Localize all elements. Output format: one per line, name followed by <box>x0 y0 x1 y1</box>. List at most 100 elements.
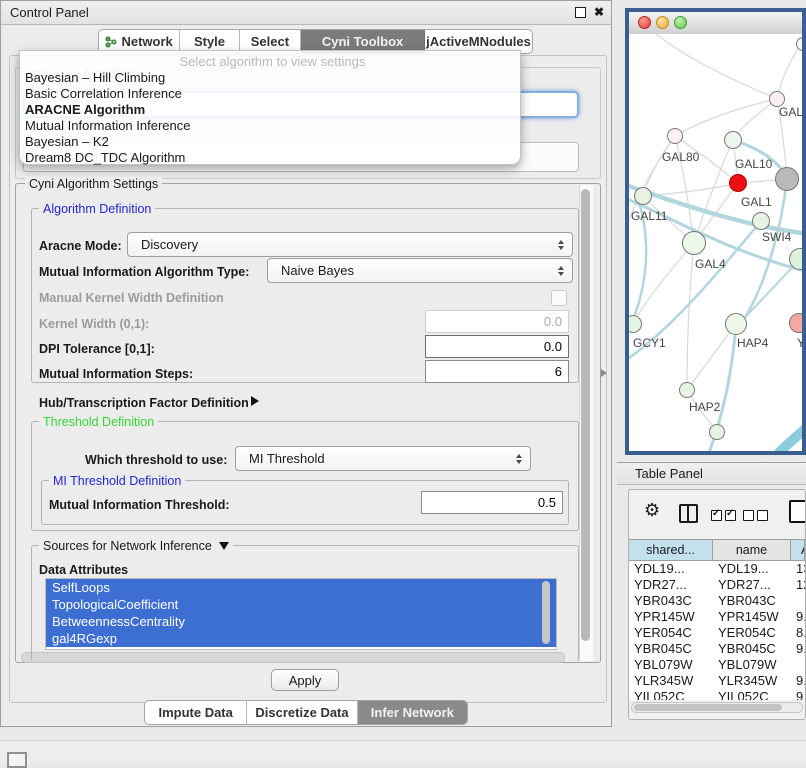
dropdown-item[interactable]: Basic Correlation Inference <box>20 86 520 102</box>
cell: 8. <box>791 625 805 641</box>
close-icon[interactable]: ✖ <box>594 1 604 24</box>
cell: YER054C <box>629 625 713 641</box>
table-row[interactable]: YER054C YER054C 8. <box>629 625 805 641</box>
table-row[interactable]: YLR345W YLR345W 9. <box>629 673 805 689</box>
column-header-label: shared... <box>646 543 695 557</box>
dropdown-item[interactable]: Mutual Information Inference <box>20 118 520 134</box>
sources-collapse-icon[interactable] <box>219 542 229 550</box>
attribute-item[interactable]: SelfLoops <box>46 579 556 596</box>
cell: YIL052C <box>713 689 791 700</box>
gear-icon[interactable]: ⚙ <box>644 500 660 521</box>
attribute-item[interactable]: BetweennessCentrality <box>46 613 556 630</box>
node-gal10[interactable] <box>724 131 742 149</box>
columns-icon[interactable] <box>679 504 698 523</box>
float-window-icon[interactable] <box>575 7 586 18</box>
mi-type-label: Mutual Information Algorithm Type: <box>39 265 249 279</box>
checked-boxes-icon[interactable] <box>711 507 739 525</box>
table-row[interactable]: YDR27... YDR27... 12 <box>629 577 805 593</box>
mi-type-combo[interactable]: Naive Bayes <box>267 258 573 283</box>
settings-vscrollbar-thumb[interactable] <box>581 189 590 641</box>
table-row[interactable]: YDL19... YDL19... 13 <box>629 561 805 577</box>
node-gal80[interactable] <box>667 128 683 144</box>
table-hscrollbar-thumb[interactable] <box>634 704 782 711</box>
traffic-light-zoom-icon[interactable] <box>674 16 687 29</box>
mi-steps-input[interactable] <box>425 360 569 383</box>
cell: YBR043C <box>629 593 713 609</box>
network-view-window: GAL GAL80 GAL10 GAL1 GAL11 SWI4 GAL4 GCY… <box>625 8 806 455</box>
node-label-gal80: GAL80 <box>662 150 699 164</box>
node-hap4[interactable] <box>725 313 747 335</box>
cell: 9. <box>791 689 805 700</box>
mi-threshold-input[interactable] <box>421 491 563 514</box>
dropdown-item-selected[interactable]: ARACNE Algorithm <box>20 102 520 118</box>
node-gal1[interactable] <box>729 174 747 192</box>
traffic-light-close-icon[interactable] <box>638 16 651 29</box>
dpi-tolerance-input[interactable] <box>425 335 569 358</box>
cell: YDL19... <box>629 561 713 577</box>
node-label-gal4: GAL4 <box>695 257 726 271</box>
attributes-vscrollbar-thumb[interactable] <box>542 581 550 644</box>
combo-spinner-icon <box>516 454 522 464</box>
column-header-name[interactable]: name <box>713 539 791 561</box>
dropdown-item[interactable]: Dream8 DC_TDC Algorithm <box>20 150 520 166</box>
table-row[interactable]: YBL079W YBL079W <box>629 657 805 673</box>
node-label-gcy1: GCY1 <box>633 336 666 350</box>
aracne-mode-combo[interactable]: Discovery <box>127 232 573 257</box>
cell: YPR145W <box>713 609 791 625</box>
attribute-item[interactable]: TopologicalCoefficient <box>46 596 556 613</box>
table-row[interactable]: YBR043C YBR043C <box>629 593 805 609</box>
table-panel-titlebar: Table Panel <box>617 462 806 485</box>
control-panel-titlebar: Control Panel ✖ <box>1 1 611 25</box>
panel-splitter-handle[interactable] <box>601 369 607 377</box>
node-label-gal10: GAL10 <box>735 157 772 171</box>
document-icon[interactable] <box>789 500 806 523</box>
hub-section-label: Hub/Transcription Factor Definition <box>39 396 249 410</box>
cell <box>791 657 805 673</box>
traffic-light-minimize-icon[interactable] <box>656 16 669 29</box>
manual-kernel-label: Manual Kernel Width Definition <box>39 291 224 305</box>
manual-kernel-checkbox[interactable] <box>551 290 567 306</box>
dropdown-placeholder: Select algorithm to view settings <box>20 54 520 70</box>
aracne-mode-label: Aracne Mode: <box>39 239 122 253</box>
node-label-gal11: GAL11 <box>631 209 667 223</box>
node-hap2[interactable] <box>679 382 695 398</box>
unchecked-boxes-icon[interactable] <box>743 507 771 525</box>
node-gal11[interactable] <box>634 187 652 205</box>
sources-group-title: Sources for Network Inference <box>39 539 233 553</box>
column-header-partial[interactable]: A <box>791 539 805 561</box>
mi-threshold-label: Mutual Information Threshold: <box>49 498 230 512</box>
tab-network-label: Network <box>121 34 172 49</box>
dropdown-item[interactable]: Bayesian – Hill Climbing <box>20 70 520 86</box>
cell: YDL19... <box>713 561 791 577</box>
checked-box-glyph <box>711 510 722 521</box>
table-row[interactable]: YBR045C YBR045C 9. <box>629 641 805 657</box>
tab-discretize-data[interactable]: Discretize Data <box>247 701 357 724</box>
kernel-width-input[interactable] <box>425 310 569 333</box>
network-canvas[interactable]: GAL GAL80 GAL10 GAL1 GAL11 SWI4 GAL4 GCY… <box>629 34 802 451</box>
combo-spinner-icon <box>558 240 564 250</box>
hub-expand-icon[interactable] <box>251 396 259 406</box>
aracne-mode-value: Discovery <box>128 237 198 252</box>
dpi-tolerance-label: DPI Tolerance [0,1]: <box>39 342 155 356</box>
which-threshold-combo[interactable]: MI Threshold <box>235 446 531 471</box>
minimized-panel-icon[interactable] <box>7 752 27 768</box>
node-green-bottom[interactable] <box>709 424 725 440</box>
table-row[interactable]: YPR145W YPR145W 9. <box>629 609 805 625</box>
cell: YBL079W <box>713 657 791 673</box>
apply-button-label: Apply <box>289 673 322 688</box>
dropdown-item[interactable]: Bayesian – K2 <box>20 134 520 150</box>
tab-impute-data[interactable]: Impute Data <box>145 701 247 724</box>
table-row[interactable]: YIL052C YIL052C 9. <box>629 689 805 700</box>
node-swi4[interactable] <box>752 212 770 230</box>
node-label-gal-partial: GAL <box>779 105 802 119</box>
cell: YBR043C <box>713 593 791 609</box>
tab-infer-network[interactable]: Infer Network <box>358 701 467 724</box>
apply-button[interactable]: Apply <box>271 669 339 691</box>
attribute-item[interactable]: gal4RGexp <box>46 630 556 647</box>
node-gray[interactable] <box>775 167 799 191</box>
column-header-shared-name[interactable]: shared... <box>629 539 713 561</box>
column-header-label: name <box>736 543 767 557</box>
node-gal4[interactable] <box>682 231 706 255</box>
node-pink-right[interactable] <box>789 313 802 333</box>
table-hscrollbar-track[interactable] <box>631 702 803 713</box>
